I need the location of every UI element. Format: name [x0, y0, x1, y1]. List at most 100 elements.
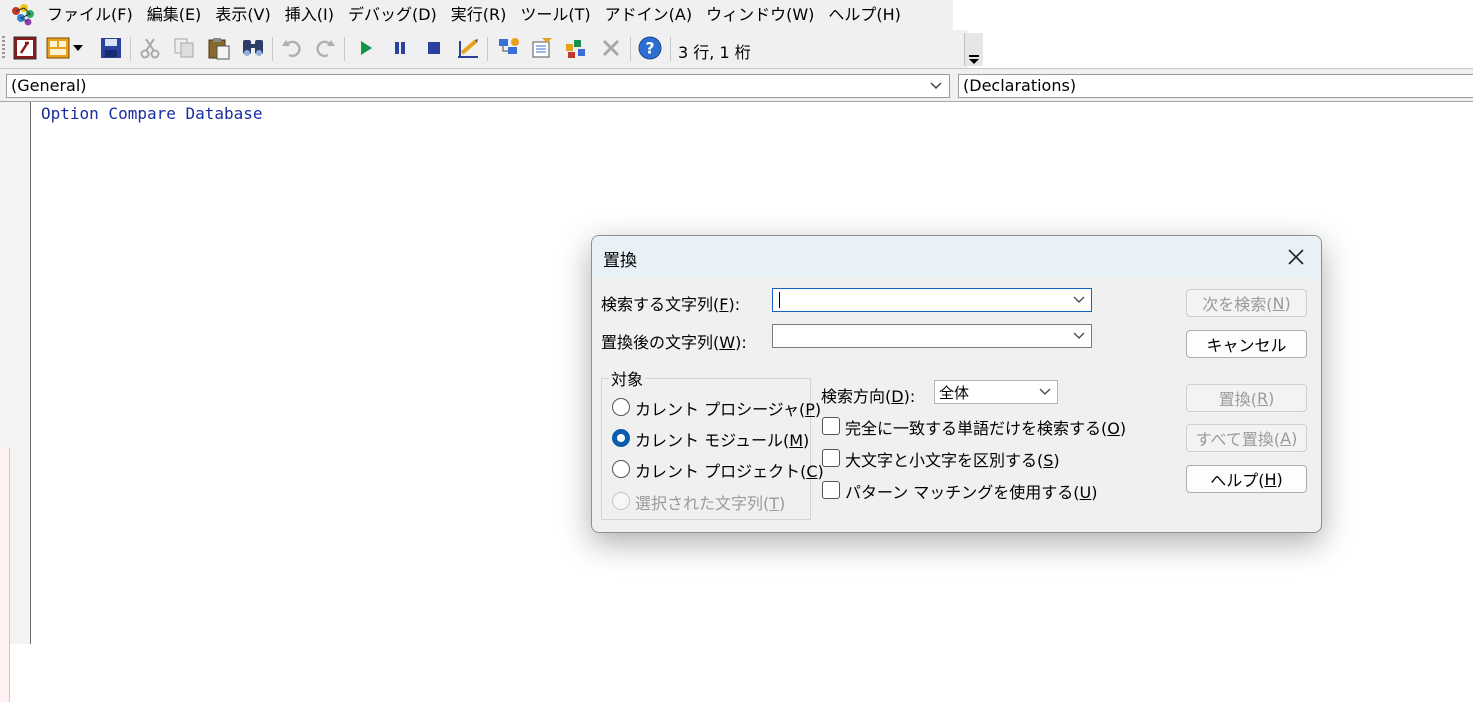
redo-icon[interactable]: [312, 35, 338, 61]
toolbar-separator: [344, 37, 345, 61]
replace-all-accesskey: A: [1280, 428, 1292, 448]
dialog-titlebar[interactable]: 置換: [592, 236, 1321, 278]
close-button[interactable]: [1282, 244, 1310, 270]
pattern-matching-text: パターン マッチングを使用する(: [845, 483, 1080, 502]
procedure-combo[interactable]: (Declarations): [958, 74, 1473, 98]
menu-tools[interactable]: ツール(T): [513, 0, 597, 30]
close-icon: [1288, 249, 1304, 265]
help-accesskey: H: [1264, 469, 1277, 489]
toolbar-separator: [130, 37, 131, 61]
toolbar-grip[interactable]: [2, 36, 5, 60]
match-case-suffix: ): [1053, 451, 1060, 470]
vbe-app-icon[interactable]: [10, 3, 36, 27]
copy-icon[interactable]: [171, 35, 197, 61]
insert-module-icon[interactable]: [45, 35, 71, 61]
scope-selection-accesskey: T: [769, 494, 780, 513]
scope-group-title: 対象: [609, 366, 646, 390]
insert-dropdown-icon[interactable]: [71, 35, 85, 61]
scope-radio-module[interactable]: [612, 429, 630, 447]
menu-view[interactable]: 表示(V): [208, 0, 277, 30]
chevron-down-icon[interactable]: [1039, 386, 1051, 398]
find-what-combo[interactable]: [772, 288, 1092, 312]
svg-text:?: ?: [645, 39, 654, 58]
scope-label-module[interactable]: カレント モジュール(M): [635, 427, 809, 451]
chevron-down-icon[interactable]: [929, 79, 943, 93]
margin-indicator-bar[interactable]: [0, 102, 31, 702]
whole-word-checkbox[interactable]: [822, 417, 840, 435]
find-next-accesskey: N: [1272, 293, 1285, 313]
menu-debug[interactable]: デバッグ(D): [341, 0, 444, 30]
project-explorer-icon[interactable]: [496, 35, 522, 61]
replace-label-suffix: ):: [735, 333, 747, 352]
direction-label-text: 検索方向(: [821, 387, 892, 406]
scope-selection-text: 選択された文字列(: [635, 494, 770, 513]
replace-all-suffix: ): [1291, 428, 1298, 448]
reset-icon[interactable]: [421, 35, 447, 61]
find-next-button[interactable]: 次を検索(N): [1186, 289, 1307, 317]
replace-all-text: すべて置換(: [1195, 430, 1281, 449]
replace-with-combo[interactable]: [772, 324, 1092, 348]
menu-edit[interactable]: 編集(E): [140, 0, 209, 30]
help-icon[interactable]: ?: [637, 35, 663, 61]
paste-icon[interactable]: [206, 35, 232, 61]
help-text: ヘルプ(: [1210, 471, 1265, 490]
menu-run[interactable]: 実行(R): [444, 0, 514, 30]
chevron-down-icon[interactable]: [1073, 294, 1085, 306]
replace-with-label: 置換後の文字列(W):: [601, 329, 747, 353]
direction-label-accesskey: D: [891, 387, 904, 406]
margin-marker: [0, 448, 10, 702]
cut-icon[interactable]: [137, 35, 163, 61]
properties-icon[interactable]: [529, 35, 555, 61]
replace-button[interactable]: 置換(R): [1186, 384, 1307, 412]
cancel-button[interactable]: キャンセル: [1186, 330, 1307, 358]
replace-all-button[interactable]: すべて置換(A): [1186, 424, 1307, 452]
scope-label-selection: 選択された文字列(T): [635, 490, 785, 514]
whole-word-label[interactable]: 完全に一致する単語だけを検索する(O): [845, 415, 1126, 439]
menu-help[interactable]: ヘルプ(H): [821, 0, 908, 30]
scope-project-text: カレント プロジェクト(: [635, 462, 807, 481]
dialog-title: 置換: [603, 251, 637, 271]
match-case-checkbox[interactable]: [822, 449, 840, 467]
toolbar-options-icon: [969, 55, 979, 64]
find-icon[interactable]: [240, 35, 266, 61]
object-browser-icon[interactable]: [563, 35, 589, 61]
replace-label-text: 置換後の文字列(: [601, 333, 720, 352]
scope-radio-project[interactable]: [612, 460, 630, 478]
toolbar-separator: [487, 37, 488, 61]
scope-project-accesskey: C: [806, 462, 818, 481]
direction-value: 全体: [939, 384, 970, 402]
replace-text: 置換(: [1218, 390, 1257, 409]
undo-icon[interactable]: [279, 35, 305, 61]
break-icon[interactable]: [387, 35, 413, 61]
toolbar-separator: [630, 37, 631, 61]
object-combo-value: (General): [11, 76, 87, 95]
chevron-down-icon[interactable]: [1073, 330, 1085, 342]
menu-window[interactable]: ウィンドウ(W): [699, 0, 821, 30]
find-what-label: 検索する文字列(F):: [601, 291, 740, 315]
menu-addins[interactable]: アドイン(A): [598, 0, 699, 30]
scope-label-procedure[interactable]: カレント プロシージャ(P): [635, 396, 821, 420]
run-icon[interactable]: [353, 35, 379, 61]
object-combo[interactable]: (General): [6, 74, 950, 98]
menu-insert[interactable]: 挿入(I): [278, 0, 341, 30]
find-label-suffix: ):: [728, 295, 741, 314]
code-line[interactable]: Option Compare Database: [41, 104, 263, 123]
menu-file[interactable]: ファイル(F): [40, 0, 140, 30]
scope-label-project[interactable]: カレント プロジェクト(C): [635, 458, 824, 482]
toolbox-icon[interactable]: [598, 35, 624, 61]
pattern-matching-checkbox[interactable]: [822, 481, 840, 499]
scope-procedure-accesskey: P: [805, 400, 815, 419]
pattern-matching-label[interactable]: パターン マッチングを使用する(U): [845, 479, 1098, 503]
replace-suffix: ): [1268, 388, 1275, 408]
help-button[interactable]: ヘルプ(H): [1186, 465, 1307, 493]
view-access-icon[interactable]: [12, 35, 38, 61]
scope-radio-procedure[interactable]: [612, 398, 630, 416]
match-case-label[interactable]: 大文字と小文字を区別する(S): [845, 447, 1060, 471]
standard-toolbar: ? 3 行, 1 桁: [0, 30, 968, 68]
direction-select[interactable]: 全体: [934, 380, 1058, 404]
toolbar-options-button[interactable]: [964, 33, 983, 66]
menu-bar-empty-area: [953, 0, 1473, 30]
design-mode-icon[interactable]: [455, 35, 481, 61]
save-icon[interactable]: [98, 35, 124, 61]
menu-bar: ファイル(F) 編集(E) 表示(V) 挿入(I) デバッグ(D) 実行(R) …: [0, 0, 953, 30]
